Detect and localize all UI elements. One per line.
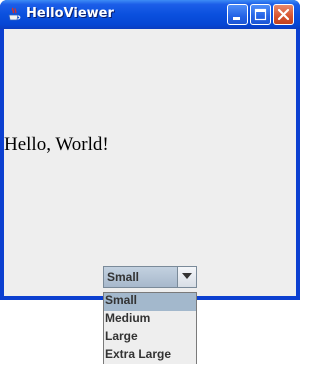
minimize-button[interactable] bbox=[227, 4, 248, 25]
chevron-down-icon bbox=[182, 273, 192, 279]
font-size-combo[interactable]: Small bbox=[103, 266, 197, 288]
combo-dropdown-button[interactable] bbox=[177, 267, 196, 287]
option-medium[interactable]: Medium bbox=[104, 311, 196, 329]
java-cup-icon[interactable] bbox=[7, 7, 21, 22]
maximize-button[interactable] bbox=[250, 4, 271, 25]
option-large[interactable]: Large bbox=[104, 329, 196, 347]
combo-popup-list: Small Medium Large Extra Large bbox=[103, 292, 197, 364]
combo-selected-value: Small bbox=[107, 270, 140, 284]
window-title: HelloViewer bbox=[26, 6, 114, 21]
close-icon bbox=[277, 8, 290, 21]
option-extra-large[interactable]: Extra Large bbox=[104, 347, 196, 365]
maximize-icon bbox=[254, 8, 267, 21]
content-pane: Hello, World! Small bbox=[4, 29, 296, 296]
option-small[interactable]: Small bbox=[104, 293, 196, 311]
minimize-icon bbox=[233, 17, 240, 20]
app-window: HelloViewer Hello, World! Small bbox=[0, 0, 300, 300]
title-bar[interactable]: HelloViewer bbox=[0, 0, 300, 29]
greeting-label: Hello, World! bbox=[4, 134, 109, 155]
close-button[interactable] bbox=[273, 4, 294, 25]
